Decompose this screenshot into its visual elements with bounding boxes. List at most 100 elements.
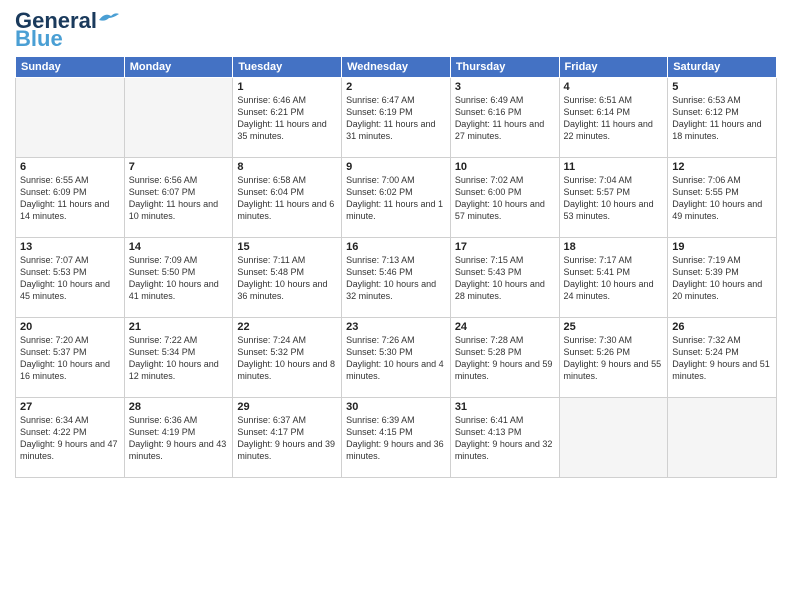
calendar-cell: 14Sunrise: 7:09 AM Sunset: 5:50 PM Dayli… — [124, 238, 233, 318]
day-number: 5 — [672, 81, 772, 93]
calendar-cell — [559, 398, 668, 478]
day-number: 23 — [346, 321, 446, 333]
day-detail: Sunrise: 7:09 AM Sunset: 5:50 PM Dayligh… — [129, 254, 229, 303]
logo-blue-text: Blue — [15, 28, 63, 50]
day-detail: Sunrise: 7:17 AM Sunset: 5:41 PM Dayligh… — [564, 254, 664, 303]
calendar-cell: 9Sunrise: 7:00 AM Sunset: 6:02 PM Daylig… — [342, 158, 451, 238]
calendar-cell: 31Sunrise: 6:41 AM Sunset: 4:13 PM Dayli… — [450, 398, 559, 478]
day-detail: Sunrise: 6:37 AM Sunset: 4:17 PM Dayligh… — [237, 414, 337, 463]
day-number: 3 — [455, 81, 555, 93]
calendar-cell: 27Sunrise: 6:34 AM Sunset: 4:22 PM Dayli… — [16, 398, 125, 478]
day-number: 13 — [20, 241, 120, 253]
calendar-header-row: SundayMondayTuesdayWednesdayThursdayFrid… — [16, 57, 777, 78]
day-number: 29 — [237, 401, 337, 413]
day-number: 20 — [20, 321, 120, 333]
calendar-week-2: 6Sunrise: 6:55 AM Sunset: 6:09 PM Daylig… — [16, 158, 777, 238]
day-number: 30 — [346, 401, 446, 413]
calendar-cell: 24Sunrise: 7:28 AM Sunset: 5:28 PM Dayli… — [450, 318, 559, 398]
day-number: 1 — [237, 81, 337, 93]
col-header-thursday: Thursday — [450, 57, 559, 78]
day-number: 28 — [129, 401, 229, 413]
day-detail: Sunrise: 6:34 AM Sunset: 4:22 PM Dayligh… — [20, 414, 120, 463]
calendar-cell: 25Sunrise: 7:30 AM Sunset: 5:26 PM Dayli… — [559, 318, 668, 398]
day-detail: Sunrise: 6:36 AM Sunset: 4:19 PM Dayligh… — [129, 414, 229, 463]
calendar-cell: 22Sunrise: 7:24 AM Sunset: 5:32 PM Dayli… — [233, 318, 342, 398]
day-number: 19 — [672, 241, 772, 253]
calendar-cell: 6Sunrise: 6:55 AM Sunset: 6:09 PM Daylig… — [16, 158, 125, 238]
day-number: 26 — [672, 321, 772, 333]
day-detail: Sunrise: 7:07 AM Sunset: 5:53 PM Dayligh… — [20, 254, 120, 303]
col-header-saturday: Saturday — [668, 57, 777, 78]
day-detail: Sunrise: 7:19 AM Sunset: 5:39 PM Dayligh… — [672, 254, 772, 303]
calendar-cell: 23Sunrise: 7:26 AM Sunset: 5:30 PM Dayli… — [342, 318, 451, 398]
day-number: 7 — [129, 161, 229, 173]
calendar: SundayMondayTuesdayWednesdayThursdayFrid… — [15, 56, 777, 478]
day-number: 27 — [20, 401, 120, 413]
day-detail: Sunrise: 6:53 AM Sunset: 6:12 PM Dayligh… — [672, 94, 772, 143]
calendar-cell: 7Sunrise: 6:56 AM Sunset: 6:07 PM Daylig… — [124, 158, 233, 238]
calendar-cell: 18Sunrise: 7:17 AM Sunset: 5:41 PM Dayli… — [559, 238, 668, 318]
calendar-cell: 3Sunrise: 6:49 AM Sunset: 6:16 PM Daylig… — [450, 78, 559, 158]
col-header-wednesday: Wednesday — [342, 57, 451, 78]
day-detail: Sunrise: 7:26 AM Sunset: 5:30 PM Dayligh… — [346, 334, 446, 383]
calendar-cell: 5Sunrise: 6:53 AM Sunset: 6:12 PM Daylig… — [668, 78, 777, 158]
calendar-cell: 10Sunrise: 7:02 AM Sunset: 6:00 PM Dayli… — [450, 158, 559, 238]
day-number: 31 — [455, 401, 555, 413]
day-detail: Sunrise: 7:02 AM Sunset: 6:00 PM Dayligh… — [455, 174, 555, 223]
col-header-monday: Monday — [124, 57, 233, 78]
day-detail: Sunrise: 7:22 AM Sunset: 5:34 PM Dayligh… — [129, 334, 229, 383]
day-number: 12 — [672, 161, 772, 173]
day-detail: Sunrise: 6:41 AM Sunset: 4:13 PM Dayligh… — [455, 414, 555, 463]
day-detail: Sunrise: 6:58 AM Sunset: 6:04 PM Dayligh… — [237, 174, 337, 223]
calendar-cell: 15Sunrise: 7:11 AM Sunset: 5:48 PM Dayli… — [233, 238, 342, 318]
day-number: 16 — [346, 241, 446, 253]
day-number: 6 — [20, 161, 120, 173]
day-detail: Sunrise: 6:46 AM Sunset: 6:21 PM Dayligh… — [237, 94, 337, 143]
day-number: 25 — [564, 321, 664, 333]
day-number: 21 — [129, 321, 229, 333]
calendar-cell: 19Sunrise: 7:19 AM Sunset: 5:39 PM Dayli… — [668, 238, 777, 318]
calendar-cell — [124, 78, 233, 158]
day-number: 22 — [237, 321, 337, 333]
calendar-cell: 20Sunrise: 7:20 AM Sunset: 5:37 PM Dayli… — [16, 318, 125, 398]
day-number: 4 — [564, 81, 664, 93]
calendar-cell: 21Sunrise: 7:22 AM Sunset: 5:34 PM Dayli… — [124, 318, 233, 398]
calendar-cell: 29Sunrise: 6:37 AM Sunset: 4:17 PM Dayli… — [233, 398, 342, 478]
calendar-cell: 11Sunrise: 7:04 AM Sunset: 5:57 PM Dayli… — [559, 158, 668, 238]
calendar-cell: 16Sunrise: 7:13 AM Sunset: 5:46 PM Dayli… — [342, 238, 451, 318]
day-number: 10 — [455, 161, 555, 173]
day-detail: Sunrise: 7:06 AM Sunset: 5:55 PM Dayligh… — [672, 174, 772, 223]
logo: General Blue — [15, 10, 119, 50]
day-detail: Sunrise: 7:15 AM Sunset: 5:43 PM Dayligh… — [455, 254, 555, 303]
day-number: 15 — [237, 241, 337, 253]
day-detail: Sunrise: 6:39 AM Sunset: 4:15 PM Dayligh… — [346, 414, 446, 463]
day-number: 8 — [237, 161, 337, 173]
calendar-week-5: 27Sunrise: 6:34 AM Sunset: 4:22 PM Dayli… — [16, 398, 777, 478]
calendar-cell: 12Sunrise: 7:06 AM Sunset: 5:55 PM Dayli… — [668, 158, 777, 238]
col-header-friday: Friday — [559, 57, 668, 78]
page: General Blue SundayMondayTuesdayWednesda… — [0, 0, 792, 612]
calendar-cell: 26Sunrise: 7:32 AM Sunset: 5:24 PM Dayli… — [668, 318, 777, 398]
calendar-cell: 4Sunrise: 6:51 AM Sunset: 6:14 PM Daylig… — [559, 78, 668, 158]
day-detail: Sunrise: 7:32 AM Sunset: 5:24 PM Dayligh… — [672, 334, 772, 383]
calendar-cell: 28Sunrise: 6:36 AM Sunset: 4:19 PM Dayli… — [124, 398, 233, 478]
day-detail: Sunrise: 7:11 AM Sunset: 5:48 PM Dayligh… — [237, 254, 337, 303]
col-header-sunday: Sunday — [16, 57, 125, 78]
day-number: 14 — [129, 241, 229, 253]
day-detail: Sunrise: 6:56 AM Sunset: 6:07 PM Dayligh… — [129, 174, 229, 223]
col-header-tuesday: Tuesday — [233, 57, 342, 78]
calendar-week-3: 13Sunrise: 7:07 AM Sunset: 5:53 PM Dayli… — [16, 238, 777, 318]
day-number: 18 — [564, 241, 664, 253]
day-number: 24 — [455, 321, 555, 333]
calendar-cell: 17Sunrise: 7:15 AM Sunset: 5:43 PM Dayli… — [450, 238, 559, 318]
calendar-cell — [668, 398, 777, 478]
day-detail: Sunrise: 7:28 AM Sunset: 5:28 PM Dayligh… — [455, 334, 555, 383]
day-detail: Sunrise: 6:49 AM Sunset: 6:16 PM Dayligh… — [455, 94, 555, 143]
day-detail: Sunrise: 6:55 AM Sunset: 6:09 PM Dayligh… — [20, 174, 120, 223]
day-detail: Sunrise: 7:13 AM Sunset: 5:46 PM Dayligh… — [346, 254, 446, 303]
day-detail: Sunrise: 6:51 AM Sunset: 6:14 PM Dayligh… — [564, 94, 664, 143]
calendar-cell: 13Sunrise: 7:07 AM Sunset: 5:53 PM Dayli… — [16, 238, 125, 318]
calendar-cell: 2Sunrise: 6:47 AM Sunset: 6:19 PM Daylig… — [342, 78, 451, 158]
day-detail: Sunrise: 7:24 AM Sunset: 5:32 PM Dayligh… — [237, 334, 337, 383]
calendar-week-4: 20Sunrise: 7:20 AM Sunset: 5:37 PM Dayli… — [16, 318, 777, 398]
